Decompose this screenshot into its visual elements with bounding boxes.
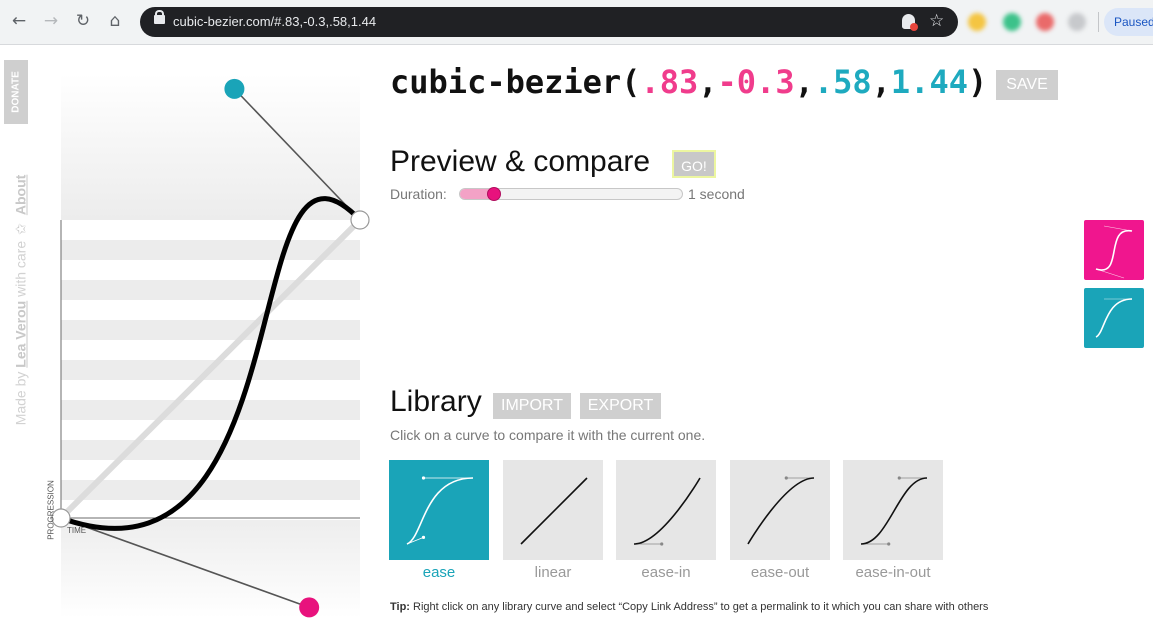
thumbnail-curve [633,477,701,545]
linear-curve-icon [520,477,588,545]
separator: , [794,63,814,101]
thumbnail-handle-dot [887,542,891,546]
tip-label: Tip: [390,601,410,613]
plot-stripe [61,500,360,520]
curve-editor[interactable]: PROGRESSION TIME [0,44,380,620]
p2x-value: .58 [813,63,872,101]
plot-stripe [61,440,360,460]
plot-stripe [61,420,360,440]
library-thumbnail[interactable] [389,460,489,560]
thumbnail-handle-dot [421,535,426,539]
toolbar-divider [1098,12,1099,32]
plot-stripe [61,320,360,340]
duration-value: 1 second [688,186,745,202]
duration-label: Duration: [390,186,447,202]
save-button[interactable]: SAVE [996,70,1058,100]
ease-curve-icon [406,476,474,545]
go-button[interactable]: GO! [672,150,716,178]
address-bar[interactable]: cubic-bezier.com/#.83,-0.3,.58,1.44 ☆ [140,7,958,37]
thumbnail-curve [520,477,588,545]
duration-slider-thumb[interactable] [487,187,501,201]
import-button[interactable]: IMPORT [493,393,571,419]
ease-in-out-curve-icon [860,476,928,546]
extension-icon[interactable] [1036,13,1054,31]
thumbnail-curve [747,477,815,545]
star-icon[interactable]: ☆ [929,11,944,31]
library-item-label: linear [534,564,572,581]
reload-icon[interactable]: ↻ [72,10,94,32]
separator: , [698,63,718,101]
tip-body: Right click on any library curve and sel… [409,601,989,613]
thumbnail-curve [406,477,474,545]
curve-canvas[interactable] [0,44,380,620]
plot-stripe [61,380,360,400]
extension-icon[interactable] [1068,13,1086,31]
x-axis-label: TIME [67,526,87,535]
thumbnail-handle-dot [660,542,664,546]
library-thumbnail[interactable] [730,460,830,560]
tip-text: Tip: Right click on any library curve an… [390,601,988,613]
library-item-label: ease-out [750,564,810,581]
plot-stripe [61,400,360,420]
extension-icon[interactable] [1003,13,1021,31]
thumbnail-handle-dot [784,476,788,480]
end-point [350,210,370,230]
y-axis-label: PROGRESSION [46,480,56,540]
separator: , [871,63,891,101]
thumbnail-handle-dot [897,476,901,480]
preview-heading: Preview & compare [390,145,651,178]
extension-icon[interactable] [968,13,986,31]
ease-curve-icon [1095,298,1133,338]
plot-stripe [61,340,360,360]
p1y-value: -0.3 [717,63,795,101]
export-button[interactable]: EXPORT [580,393,661,419]
bezier-value-heading[interactable]: cubic-bezier(.83,-0.3,.58,1.44) [390,63,987,101]
home-icon[interactable]: ⌂ [104,10,126,32]
plot-stripe [61,240,360,260]
thumbnail-handle-dot [421,476,426,480]
s-curve-icon [1095,225,1133,279]
ease-out-curve-icon [747,476,815,545]
back-icon[interactable]: ← [8,10,30,32]
plot-stripe [61,220,360,240]
preview-compare-curve[interactable] [1084,288,1144,348]
library-thumbnail[interactable] [616,460,716,560]
thumbnail-curve [860,477,928,545]
plot-stripe [61,480,360,500]
plot-stripe [61,280,360,300]
duration-slider[interactable] [459,187,683,201]
forward-icon[interactable]: → [40,10,62,32]
library-heading: Library [390,385,482,418]
library-item-label: ease-in-out [855,564,931,581]
library-item-label: ease-in [641,564,691,581]
extension-icon[interactable] [902,14,918,31]
ease-in-curve-icon [633,477,701,546]
lock-icon [154,10,165,26]
url-text[interactable]: cubic-bezier.com/#.83,-0.3,.58,1.44 [173,14,376,29]
library-thumbnail[interactable] [843,460,943,560]
profile-paused-button[interactable]: Paused [1104,8,1153,36]
library-item-label: ease [422,564,456,581]
library-hint: Click on a curve to compare it with the … [390,427,706,443]
library-thumbnail[interactable] [503,460,603,560]
heading-suffix: ) [967,63,988,101]
p1x-value: .83 [640,63,699,101]
browser-toolbar: ← → ↻ ⌂ cubic-bezier.com/#.83,-0.3,.58,1… [0,0,1153,45]
p2y-value: 1.44 [890,63,968,101]
heading-prefix: cubic-bezier( [390,63,641,101]
preview-current-curve[interactable] [1084,220,1144,280]
control-point-p2-handle[interactable] [224,78,245,99]
plot-stripe [61,300,360,320]
control-point-p1-handle[interactable] [299,597,320,618]
